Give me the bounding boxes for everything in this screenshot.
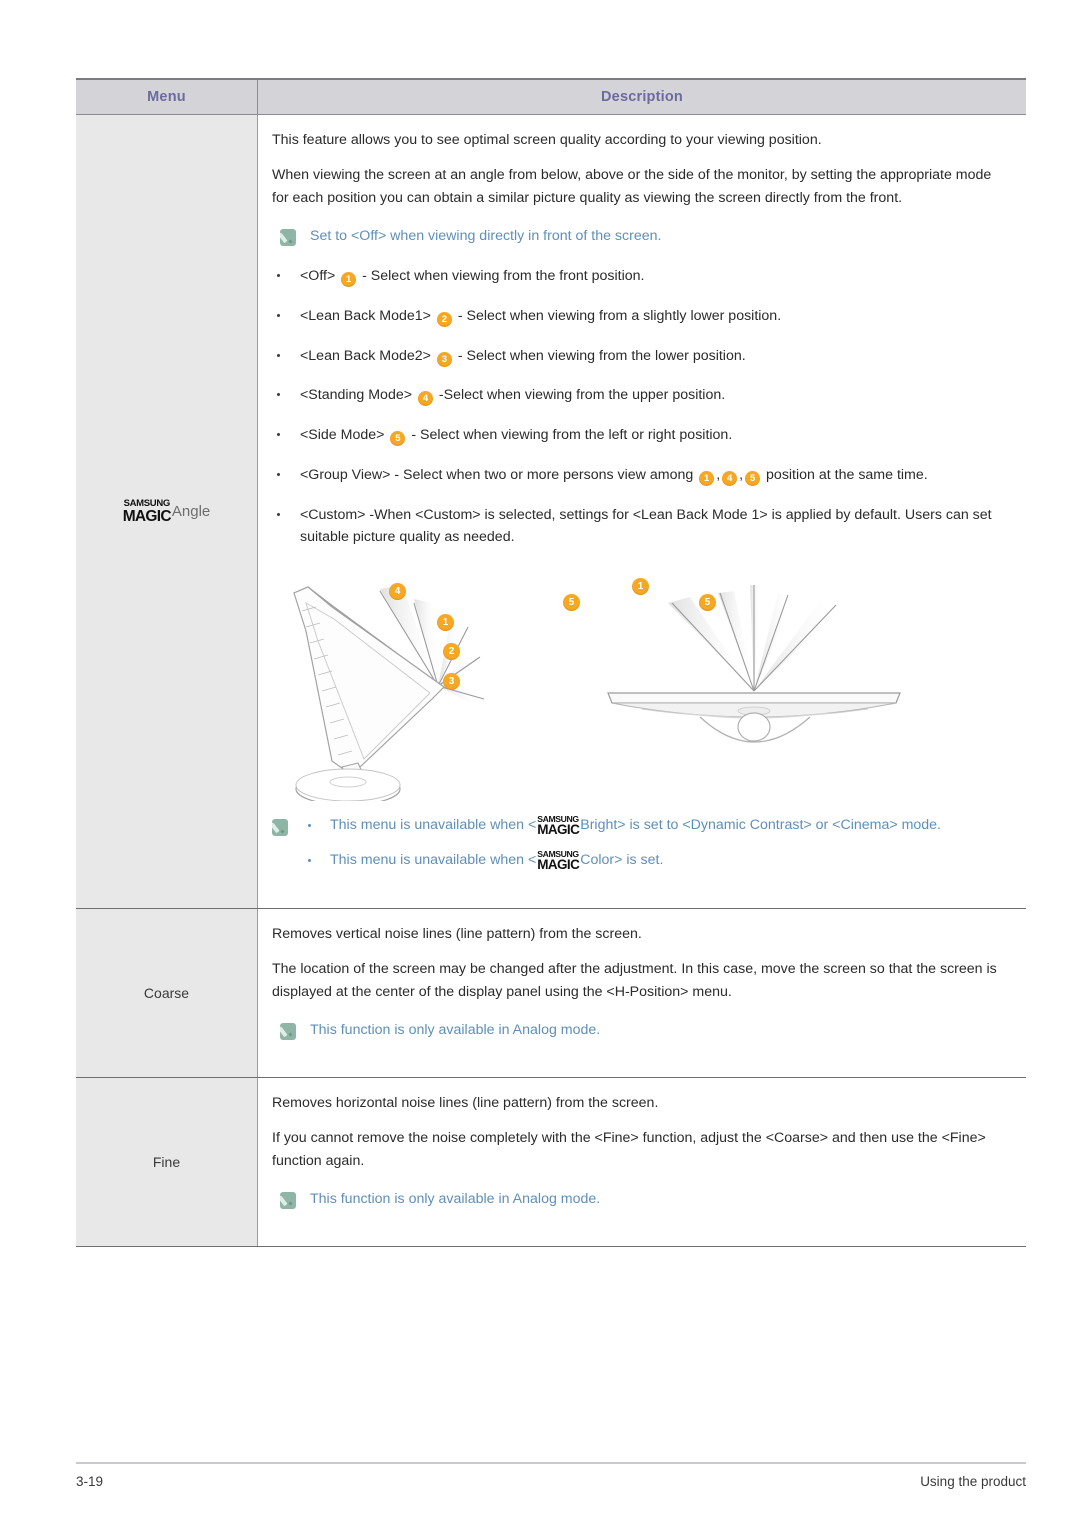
logo-line-magic: MAGIC: [537, 822, 580, 838]
mode-label: <Side Mode>: [300, 427, 385, 444]
description-cell-magic-angle: This feature allows you to see optimal s…: [258, 115, 1026, 908]
note-text-post: Bright> is set to <Dynamic Contrast> or …: [580, 817, 941, 834]
list-item: <Off> 1 - Select when viewing from the f…: [272, 265, 1004, 288]
description-cell-fine: Removes horizontal noise lines (line pat…: [258, 1077, 1026, 1247]
viewing-angle-illustration: 4 1 2 3 5 1 5: [272, 571, 1004, 806]
footer-section-title: Using the product: [920, 1474, 1026, 1489]
group-view-post: position at the same time.: [762, 466, 928, 483]
paragraph: The location of the screen may be change…: [272, 960, 997, 1000]
list-item: <Standing Mode> 4 -Select when viewing f…: [272, 384, 1004, 407]
note-icon: [280, 229, 296, 246]
note-analog-only: This function is only available in Analo…: [280, 1020, 1004, 1041]
note-icon: [280, 1191, 296, 1209]
menu-cell-fine: Fine: [76, 1077, 258, 1247]
samsung-magic-logo: SAMSUNG MAGIC: [537, 814, 580, 838]
illustration-badge: 5: [699, 594, 716, 612]
document-page: Menu Description SAMSUNG MAGIC Angle Thi…: [0, 0, 1080, 1527]
note-analog-only: This function is only available in Analo…: [280, 1189, 1004, 1210]
paragraph: Removes horizontal noise lines (line pat…: [272, 1094, 659, 1111]
table-row: Fine Removes horizontal noise lines (lin…: [76, 1077, 1026, 1248]
note-icon: [280, 1022, 296, 1040]
list-item: <Side Mode> 5 - Select when viewing from…: [272, 424, 1004, 447]
number-badge: 2: [436, 312, 452, 328]
number-badge: 1: [341, 272, 357, 288]
mode-label: <Lean Back Mode1>: [300, 308, 431, 325]
logo-line-magic: MAGIC: [122, 507, 172, 525]
paragraph: This feature allows you to see optimal s…: [272, 132, 822, 148]
monitor-side-view: [293, 585, 485, 806]
paragraph: Removes vertical noise lines (line patte…: [272, 925, 642, 942]
note-text: This function is only available in Analo…: [310, 1021, 601, 1038]
number-badge: 3: [436, 351, 452, 367]
number-badge: 4: [722, 470, 738, 486]
illustration-svg: [293, 585, 901, 806]
mode-description: -Select when viewing from the upper posi…: [438, 387, 726, 404]
note-set-to-off: Set to <Off> when viewing directly in fr…: [280, 226, 1004, 247]
illustration-badge: 1: [632, 578, 649, 596]
illustration-badge: 2: [443, 643, 460, 661]
description-cell-coarse: Removes vertical noise lines (line patte…: [258, 908, 1026, 1077]
settings-table: Menu Description SAMSUNG MAGIC Angle Thi…: [76, 78, 1026, 1248]
number-badge: 1: [699, 470, 715, 486]
samsung-magic-logo: SAMSUNG MAGIC: [122, 498, 172, 525]
mode-description: - Select when viewing from the front pos…: [362, 268, 645, 285]
note-text: Set to <Off> when viewing directly in fr…: [310, 228, 662, 244]
logo-line-samsung: SAMSUNG: [537, 814, 579, 825]
mode-label: <Lean Back Mode2>: [300, 347, 431, 364]
note-icon: [272, 819, 288, 837]
samsung-magic-logo: SAMSUNG MAGIC: [537, 849, 580, 873]
column-header-description: Description: [601, 89, 683, 105]
table-row: Coarse Removes vertical noise lines (lin…: [76, 908, 1026, 1078]
bullet-dot: [308, 859, 311, 863]
logo-line-magic: MAGIC: [537, 857, 580, 873]
list-item: <Lean Back Mode2> 3 - Select when viewin…: [272, 345, 1004, 368]
number-badge: 4: [417, 391, 433, 407]
mode-label: <Off>: [300, 268, 336, 285]
monitor-top-view: [607, 585, 901, 743]
mode-description: - Select when viewing from the left or r…: [411, 427, 733, 444]
note-unavailable-group: This menu is unavailable when < SAMSUNG MA…: [272, 815, 1004, 872]
logo-line-samsung: SAMSUNG: [537, 849, 579, 860]
number-badge: 5: [745, 470, 761, 486]
paragraph: When viewing the screen at an angle from…: [272, 167, 992, 206]
mode-bullet-list: <Off> 1 - Select when viewing from the f…: [272, 265, 1004, 549]
illustration-badge: 4: [389, 583, 406, 601]
list-item-group-view: <Group View> - Select when two or more p…: [272, 464, 1004, 487]
note-text: This function is only available in Analo…: [310, 1190, 601, 1207]
note-text-pre: This menu is unavailable when <: [330, 817, 537, 834]
note-text-pre: This menu is unavailable when <: [330, 852, 537, 869]
list-item-custom: <Custom> -When <Custom> is selected, set…: [272, 504, 1004, 549]
illustration-badge: 1: [437, 614, 454, 632]
menu-cell-coarse: Coarse: [76, 908, 258, 1077]
bullet-dot: [308, 824, 311, 828]
mode-description: - Select when viewing from a slightly lo…: [457, 308, 782, 325]
paragraph: If you cannot remove the noise completel…: [272, 1129, 986, 1169]
footer-page-number: 3-19: [76, 1474, 104, 1489]
number-badge: 5: [390, 431, 406, 447]
page-footer: 3-19 Using the product: [76, 1462, 1026, 1489]
group-view-pre: <Group View> - Select when two or more p…: [300, 466, 698, 483]
table-header-row: Menu Description: [76, 80, 1026, 115]
illustration-badge: 5: [563, 594, 580, 612]
list-item: <Lean Back Mode1> 2 - Select when viewin…: [272, 305, 1004, 328]
mode-description: - Select when viewing from the lower pos…: [457, 347, 746, 364]
logo-word-angle: Angle: [171, 502, 211, 520]
menu-cell-magic-angle: SAMSUNG MAGIC Angle: [76, 115, 258, 908]
table-row: SAMSUNG MAGIC Angle This feature allows …: [76, 115, 1026, 909]
illustration-badge: 3: [443, 673, 460, 691]
mode-label: <Standing Mode>: [300, 387, 413, 404]
column-header-menu: Menu: [76, 80, 258, 114]
note-text-post: Color> is set.: [580, 852, 664, 869]
